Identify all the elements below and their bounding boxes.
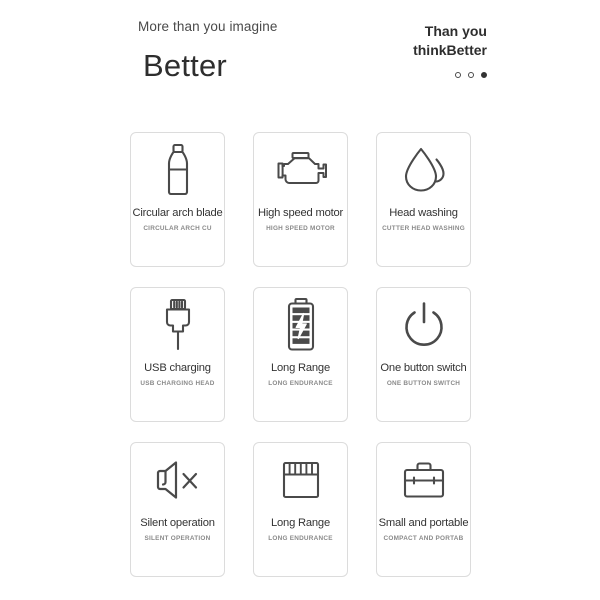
product-feature-page: More than you imagine Better Than you th… [0,0,600,600]
page-title: Better [143,48,227,83]
feature-card-title: Head washing [389,207,458,219]
feature-card-subtitle: CIRCULAR ARCH CU [143,225,212,232]
feature-card-title: Long Range [271,517,330,529]
feature-card-subtitle: HIGH SPEED MOTOR [266,225,335,232]
feature-card-title: Circular arch blade [132,207,223,219]
feature-card-title: USB charging [144,362,211,374]
feature-card-circular-arch-blade[interactable]: Circular arch blade CIRCULAR ARCH CU [130,132,225,267]
sub-headline-line-2: thinkBetter [413,42,487,58]
feature-card-small-and-portable[interactable]: Small and portable COMPACT AND PORTAB [376,442,471,577]
pagination-dot-1[interactable] [455,72,461,78]
tagline: More than you imagine [138,19,278,34]
pagination-dots[interactable] [367,72,487,78]
header-right-block: Than you thinkBetter [367,22,487,78]
feature-card-silent-operation[interactable]: Silent operation SILENT OPERATION [130,442,225,577]
feature-card-subtitle: LONG ENDURANCE [268,380,333,387]
sub-headline-line-1: Than you [424,23,487,39]
feature-card-one-button-switch[interactable]: One button switch ONE BUTTON SWITCH [376,287,471,422]
page-header: More than you imagine Better Than you th… [0,0,600,118]
power-button-icon [377,288,470,362]
feature-card-title: Long Range [271,362,330,374]
battery-bars-icon [254,443,347,517]
feature-card-long-range-battery[interactable]: Long Range LONG ENDURANCE [253,287,348,422]
mute-speaker-icon [131,443,224,517]
feature-card-title: Small and portable [378,517,469,529]
feature-card-long-range-capacity[interactable]: Long Range LONG ENDURANCE [253,442,348,577]
usb-plug-icon [131,288,224,362]
bottle-blade-icon [131,133,224,207]
battery-charging-icon [254,288,347,362]
feature-card-title: High speed motor [257,207,344,219]
feature-card-subtitle: SILENT OPERATION [144,535,211,542]
feature-card-subtitle: COMPACT AND PORTAB [383,535,464,542]
feature-card-usb-charging[interactable]: USB charging USB CHARGING HEAD [130,287,225,422]
feature-card-subtitle: CUTTER HEAD WASHING [382,225,465,232]
water-drop-icon [377,133,470,207]
feature-card-subtitle: LONG ENDURANCE [268,535,333,542]
feature-card-subtitle: USB CHARGING HEAD [140,380,215,387]
feature-card-high-speed-motor[interactable]: High speed motor HIGH SPEED MOTOR [253,132,348,267]
feature-card-title: Silent operation [140,517,215,529]
pagination-dot-3[interactable] [481,72,487,78]
feature-card-title: One button switch [380,362,467,374]
feature-card-subtitle: ONE BUTTON SWITCH [386,380,461,387]
briefcase-icon [377,443,470,517]
motor-icon [254,133,347,207]
pagination-dot-2[interactable] [468,72,474,78]
feature-card-head-washing[interactable]: Head washing CUTTER HEAD WASHING [376,132,471,267]
header-left-block: More than you imagine Better [138,18,368,86]
feature-card-grid: Circular arch blade CIRCULAR ARCH CU Hig… [130,132,472,577]
